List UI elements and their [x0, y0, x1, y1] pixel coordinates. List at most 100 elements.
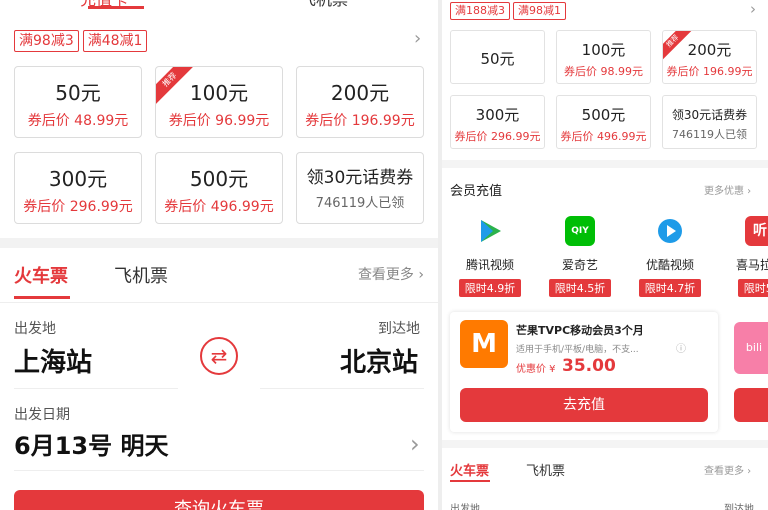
divider	[260, 388, 424, 389]
coupon-card[interactable]: 领30元话费券 746119人已领	[296, 152, 424, 224]
recharge-card[interactable]: 500元 券后价 496.99元	[155, 152, 283, 224]
right-screen: 满188减3 满98减1 › 50元 100元 券后价 98.99元 推荐 20…	[442, 0, 768, 510]
section-divider	[0, 238, 438, 248]
card-value: 300元	[475, 106, 520, 124]
more-offers-link[interactable]: 更多优惠 ›	[704, 182, 751, 197]
card-price: 券后价 296.99元	[23, 199, 133, 215]
date-label: 出发日期	[14, 407, 70, 423]
promo-desc: 适用于手机/平板/电脑，不支...	[516, 345, 639, 355]
view-more-label: 查看更多	[357, 267, 414, 283]
discount-badge: 限时5.	[737, 279, 768, 297]
discount-badge: 限时4.5折	[548, 279, 612, 297]
recharge-button-partial[interactable]	[734, 388, 768, 422]
from-label: 出发地	[14, 321, 56, 337]
app-name: 爱奇艺	[561, 258, 598, 272]
recharge-card[interactable]: 300元 券后价 296.99元	[450, 95, 545, 149]
discount-badge: 限时4.7折	[638, 279, 702, 297]
divider	[14, 388, 178, 389]
swap-stations-icon[interactable]: ⇄	[200, 337, 238, 375]
tab-train[interactable]: 火车票	[450, 460, 489, 479]
top-tab-bar: 充值卡 飞机票	[0, 0, 438, 12]
coupon-tag[interactable]: 满98减1	[513, 2, 566, 20]
tab-underline	[88, 6, 144, 9]
card-value: 500元	[189, 167, 249, 191]
recharge-card[interactable]: 100元 券后价 98.99元	[556, 30, 651, 84]
recharge-card[interactable]: 200元 券后价 196.99元	[296, 66, 424, 138]
to-city[interactable]: 北京站	[340, 342, 418, 379]
ximalaya-icon: 听	[745, 216, 768, 246]
app-tencent-video[interactable]: 腾讯视频 限时4.9折	[450, 210, 530, 297]
card-value: 300元	[48, 167, 108, 191]
chevron-right-icon[interactable]: ›	[414, 28, 421, 49]
card-value: 领30元话费券	[306, 168, 414, 188]
card-price: 券后价 296.99元	[454, 130, 541, 143]
chevron-right-icon[interactable]: ›	[410, 430, 420, 458]
card-price: 券后价 196.99元	[305, 113, 415, 129]
card-value: 领30元话费券	[671, 108, 748, 122]
card-value: 100元	[581, 41, 626, 59]
recharge-button[interactable]: 去充值	[460, 388, 708, 422]
coupon-row: 满188减3 满98减1	[450, 2, 566, 20]
search-train-button[interactable]: 查询火车票	[14, 490, 424, 510]
view-more-link[interactable]: 查看更多 ›	[704, 462, 751, 477]
card-price: 券后价 496.99元	[164, 199, 274, 215]
promo-title: 芒果TVPC移动会员3个月	[516, 324, 644, 337]
coupon-row: 满98减3 满48减1	[14, 30, 148, 52]
card-price: 券后价 196.99元	[666, 65, 753, 78]
card-price: 券后价 98.99元	[564, 65, 643, 78]
card-value: 200元	[330, 81, 390, 105]
ticket-tabs: 火车票 飞机票 查看更多 ›	[14, 262, 424, 302]
tab-flight[interactable]: 飞机票	[300, 0, 348, 10]
tab-train[interactable]: 火车票	[14, 262, 68, 288]
app-iqiyi[interactable]: QIY 爱奇艺 限时4.5折	[540, 210, 620, 297]
card-value: 50元	[55, 81, 101, 105]
app-name: 腾讯视频	[465, 258, 514, 272]
card-value: 500元	[581, 106, 626, 124]
tab-plane[interactable]: 飞机票	[526, 460, 565, 479]
mango-tv-icon: M	[460, 320, 508, 368]
more-offers-label: 更多优惠	[704, 186, 744, 197]
coupon-tag[interactable]: 满188减3	[450, 2, 510, 20]
divider	[0, 302, 438, 303]
discount-badge: 限时4.9折	[458, 279, 522, 297]
bilibili-icon[interactable]: bili	[734, 322, 768, 374]
to-label: 到达地	[724, 504, 754, 510]
chevron-right-icon[interactable]: ›	[750, 0, 756, 18]
recharge-card[interactable]: 50元	[450, 30, 545, 84]
card-price: 券后价 496.99元	[560, 130, 647, 143]
tab-underline	[14, 296, 70, 299]
recharge-card[interactable]: 50元 券后价 48.99元	[14, 66, 142, 138]
card-price: 券后价 96.99元	[168, 113, 270, 129]
app-name: 喜马拉雅	[735, 258, 768, 272]
card-claimed-count: 746119人已领	[672, 128, 747, 141]
app-youku[interactable]: 优酷视频 限时4.7折	[630, 210, 710, 297]
coupon-tag[interactable]: 满48减1	[82, 30, 148, 52]
from-city[interactable]: 上海站	[14, 342, 92, 379]
recharge-card[interactable]: 推荐 200元 券后价 196.99元	[662, 30, 757, 84]
recharge-card[interactable]: 500元 券后价 496.99元	[556, 95, 651, 149]
left-screen: 充值卡 飞机票 满98减3 满48减1 › 50元 券后价 48.99元 推荐 …	[0, 0, 438, 510]
tab-underline	[450, 480, 490, 482]
recharge-card[interactable]: 300元 券后价 296.99元	[14, 152, 142, 224]
divider	[14, 470, 424, 471]
card-value: 50元	[480, 50, 515, 68]
view-more-label: 查看更多	[704, 466, 744, 477]
card-claimed-count: 746119人已领	[315, 196, 405, 211]
app-ximalaya[interactable]: 听 喜马拉雅 限时5.	[720, 210, 768, 297]
card-price: 券后价 48.99元	[27, 113, 129, 129]
promo-price-label: 优惠价 ¥	[516, 364, 556, 375]
promo-price: 35.00	[562, 356, 616, 376]
ticket-section	[442, 448, 768, 510]
to-label: 到达地	[378, 321, 420, 337]
info-icon[interactable]: ⓘ	[676, 340, 686, 355]
member-title: 会员充值	[450, 184, 503, 199]
app-name: 优酷视频	[645, 258, 694, 272]
date-value[interactable]: 6月13号 明天	[14, 426, 168, 461]
recharge-card[interactable]: 推荐 100元 券后价 96.99元	[155, 66, 283, 138]
tencent-video-icon	[475, 216, 505, 246]
coupon-card[interactable]: 领30元话费券 746119人已领	[662, 95, 757, 149]
tab-plane[interactable]: 飞机票	[114, 262, 168, 288]
coupon-tag[interactable]: 满98减3	[14, 30, 79, 52]
youku-icon	[655, 216, 685, 246]
view-more-link[interactable]: 查看更多 ›	[358, 264, 424, 284]
